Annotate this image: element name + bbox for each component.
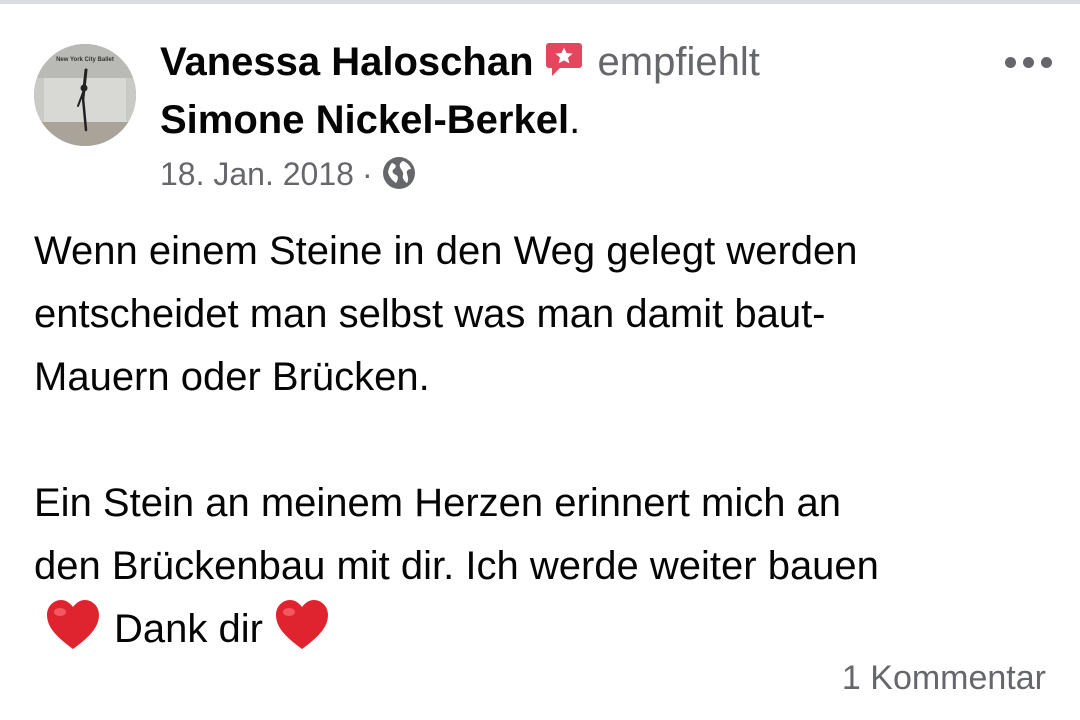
author-name[interactable]: Vanessa Haloschan: [160, 40, 534, 84]
more-dot-icon: [1040, 56, 1052, 68]
post-text-line: entscheidet man selbst was man damit bau…: [34, 292, 826, 336]
red-heart-icon: [44, 598, 102, 671]
post-header-line2: Simone Nickel-Berkel.: [160, 94, 580, 146]
recommendation-verb: empfiehlt: [597, 40, 760, 84]
more-dot-icon: [1022, 56, 1034, 68]
post-text-line: Mauern oder Brücken.: [34, 355, 430, 399]
post-text-line: Wenn einem Steine in den Weg gelegt werd…: [34, 229, 858, 273]
meta-separator: ·: [361, 156, 373, 192]
top-divider: [0, 0, 1080, 4]
post-header-line1: Vanessa Haloschan empfiehlt: [160, 36, 950, 92]
recommended-page-name[interactable]: Simone Nickel-Berkel: [160, 98, 569, 142]
avatar-text: New York City Ballet: [56, 57, 114, 63]
post-meta: 18. Jan. 2018 ·: [160, 152, 417, 202]
avatar-photo: New York City Ballet: [34, 44, 136, 146]
more-dot-icon: [1004, 56, 1016, 68]
comment-count-link[interactable]: 1 Kommentar: [842, 656, 1046, 700]
globe-icon[interactable]: [381, 155, 417, 202]
post-date[interactable]: 18. Jan. 2018: [160, 156, 354, 192]
post-text-line: den Brückenbau mit dir. Ich werde weiter…: [34, 544, 879, 588]
post-text: Wenn einem Steine in den Weg gelegt werd…: [34, 220, 1054, 671]
more-options-button[interactable]: [995, 40, 1061, 84]
header-period: .: [569, 98, 581, 142]
red-heart-icon: [273, 598, 331, 671]
avatar[interactable]: New York City Ballet: [34, 44, 136, 146]
last-line-text: Dank dir: [114, 607, 263, 651]
recommendation-badge-icon: [544, 40, 584, 92]
post-text-line: Ein Stein an meinem Herzen erinnert mich…: [34, 481, 842, 525]
